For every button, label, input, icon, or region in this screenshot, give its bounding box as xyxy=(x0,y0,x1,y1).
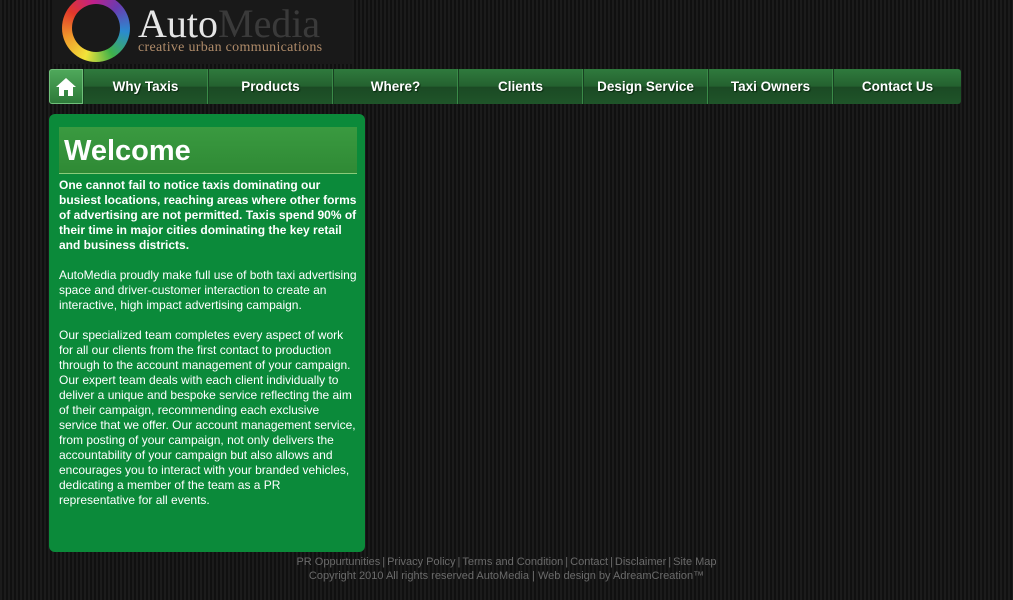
body-paragraph: Our specialized team completes every asp… xyxy=(59,328,356,507)
footer-link-terms[interactable]: Terms and Condition xyxy=(462,556,563,568)
home-icon xyxy=(56,77,76,96)
logo-ring-icon xyxy=(62,0,130,62)
footer-link-privacy[interactable]: Privacy Policy xyxy=(387,556,455,568)
footer-link-contact[interactable]: Contact xyxy=(570,556,608,568)
logo-tagline: creative urban communications xyxy=(138,40,323,55)
footer-copyright: Copyright 2010 All rights reserved AutoM… xyxy=(308,570,705,582)
welcome-panel: Welcome One cannot fail to notice taxis … xyxy=(49,114,365,552)
nav-item-contact-us[interactable]: Contact Us xyxy=(833,69,961,104)
welcome-heading: Welcome xyxy=(59,127,357,174)
footer-link-pr[interactable]: PR Oppurtunities xyxy=(296,556,380,568)
nav-item-why-taxis[interactable]: Why Taxis xyxy=(83,69,208,104)
page: AutoMedia creative urban communications … xyxy=(0,0,1013,600)
nav-item-products[interactable]: Products xyxy=(208,69,333,104)
intro-paragraph: One cannot fail to notice taxis dominati… xyxy=(59,178,357,252)
nav-item-where[interactable]: Where? xyxy=(333,69,458,104)
footer-links: PR Oppurtunities | Privacy Policy | Terms an… xyxy=(296,556,717,568)
site-logo[interactable]: AutoMedia creative urban communications xyxy=(52,0,352,64)
nav-item-taxi-owners[interactable]: Taxi Owners xyxy=(708,69,833,104)
nav-item-design-service[interactable]: Design Service xyxy=(583,69,708,104)
nav-item-clients[interactable]: Clients xyxy=(458,69,583,104)
body-paragraph: AutoMedia proudly make full use of both … xyxy=(59,268,357,312)
main-nav: Why Taxis Products Where? Clients Design… xyxy=(49,69,961,104)
footer: PR Oppurtunities | Privacy Policy | Terms an… xyxy=(0,555,1013,583)
nav-home-button[interactable] xyxy=(49,69,83,104)
footer-link-disclaimer[interactable]: Disclaimer xyxy=(615,556,666,568)
footer-link-sitemap[interactable]: Site Map xyxy=(673,556,716,568)
